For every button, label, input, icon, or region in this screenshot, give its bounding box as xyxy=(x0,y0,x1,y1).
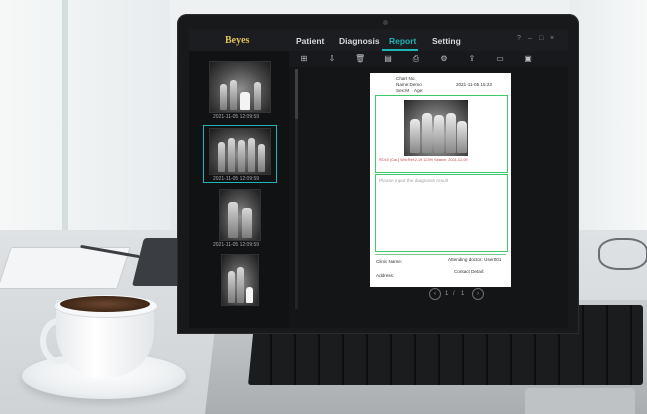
patient-sex: Sex:M xyxy=(396,88,410,93)
maximize-icon[interactable]: □ xyxy=(539,35,543,42)
thumbnail-date: 2021-11-05 12:09:59 xyxy=(213,114,260,120)
xray-thumbnail xyxy=(219,189,261,241)
app-logo: Beyes xyxy=(225,35,250,46)
contact-detail-label: Contact Detail: xyxy=(454,269,485,274)
attending-doctor: Attending doctor: User001 xyxy=(448,257,502,262)
xray-thumbnail xyxy=(209,128,271,175)
gear-icon[interactable]: ⚙ xyxy=(439,54,449,64)
window-background-right xyxy=(570,0,647,240)
footer-divider xyxy=(375,254,506,255)
print-icon[interactable]: ⎙ xyxy=(411,54,421,64)
diagnosis-placeholder: Please input the diagnosis result xyxy=(379,179,449,184)
tab-diagnosis[interactable]: Diagnosis xyxy=(339,36,380,46)
chevron-left-icon[interactable]: ‹ xyxy=(429,288,441,300)
patient-age: Age: xyxy=(414,88,424,93)
tab-patient[interactable]: Patient xyxy=(296,36,324,46)
tab-report[interactable]: Report xyxy=(389,36,416,46)
window-background xyxy=(0,0,170,235)
image-sidebar: 2021-11-05 12:09:59 2021-11-05 12:09:59 … xyxy=(189,51,289,328)
top-bar: Beyes Patient Diagnosis Report Setting ?… xyxy=(189,29,568,51)
save-icon[interactable]: ▣ xyxy=(523,54,533,64)
diagnosis-input[interactable]: Please input the diagnosis result xyxy=(375,174,508,252)
pager-total: 1 xyxy=(461,291,465,297)
xray-thumbnail xyxy=(221,254,259,306)
import-icon[interactable]: ⇩ xyxy=(327,54,337,64)
eyeglasses xyxy=(598,238,647,270)
report-image-box[interactable]: ROI:0 (Cal.) Win:Ref:2.19 123% Search: 2… xyxy=(375,95,508,173)
thumbnail-date: 2021-11-05 12:09:59 xyxy=(213,242,260,248)
minimize-icon[interactable]: – xyxy=(528,35,532,42)
help-icon[interactable]: ? xyxy=(517,35,521,42)
address-label: Address: xyxy=(376,273,395,278)
toolbar: ⊞ ⇩ 🗑 ▤ ⎙ ⚙ ⇪ ▭ ▣ xyxy=(289,51,568,67)
thumbnail-date: 2021-11-05 12:09:59 xyxy=(213,176,260,182)
window-frame xyxy=(62,0,68,235)
image-caption: ROI:0 (Cal.) Win:Ref:2.19 123% Search: 2… xyxy=(379,158,468,162)
trackpad xyxy=(525,388,635,414)
coffee xyxy=(60,296,150,312)
webcam xyxy=(383,20,388,25)
patient-name: Name:Demo xyxy=(396,82,422,87)
document-icon[interactable]: ▤ xyxy=(383,54,393,64)
sidebar-scroll-thumb[interactable] xyxy=(295,69,298,119)
report-page: Chart No. Name:Demo Sex:M Age: 2021-11-0… xyxy=(370,73,511,287)
tab-setting[interactable]: Setting xyxy=(432,36,461,46)
add-page-icon[interactable]: ⊞ xyxy=(299,54,309,64)
delete-icon[interactable]: 🗑 xyxy=(355,54,365,64)
folder-icon[interactable]: ▭ xyxy=(495,54,505,64)
clinic-name-label: Clinic Name: xyxy=(376,259,403,264)
report-xray-image xyxy=(404,100,468,156)
app-screen: Beyes Patient Diagnosis Report Setting ?… xyxy=(189,29,568,328)
chevron-right-icon[interactable]: › xyxy=(472,288,484,300)
pager-current: 1 xyxy=(445,291,449,297)
close-icon[interactable]: × xyxy=(550,35,554,42)
xray-thumbnail xyxy=(209,61,271,113)
pager-separator: / xyxy=(453,291,455,297)
export-icon[interactable]: ⇪ xyxy=(467,54,477,64)
report-datetime: 2021-11-05 15:23 xyxy=(456,82,492,87)
chart-no-label: Chart No. xyxy=(396,76,416,81)
